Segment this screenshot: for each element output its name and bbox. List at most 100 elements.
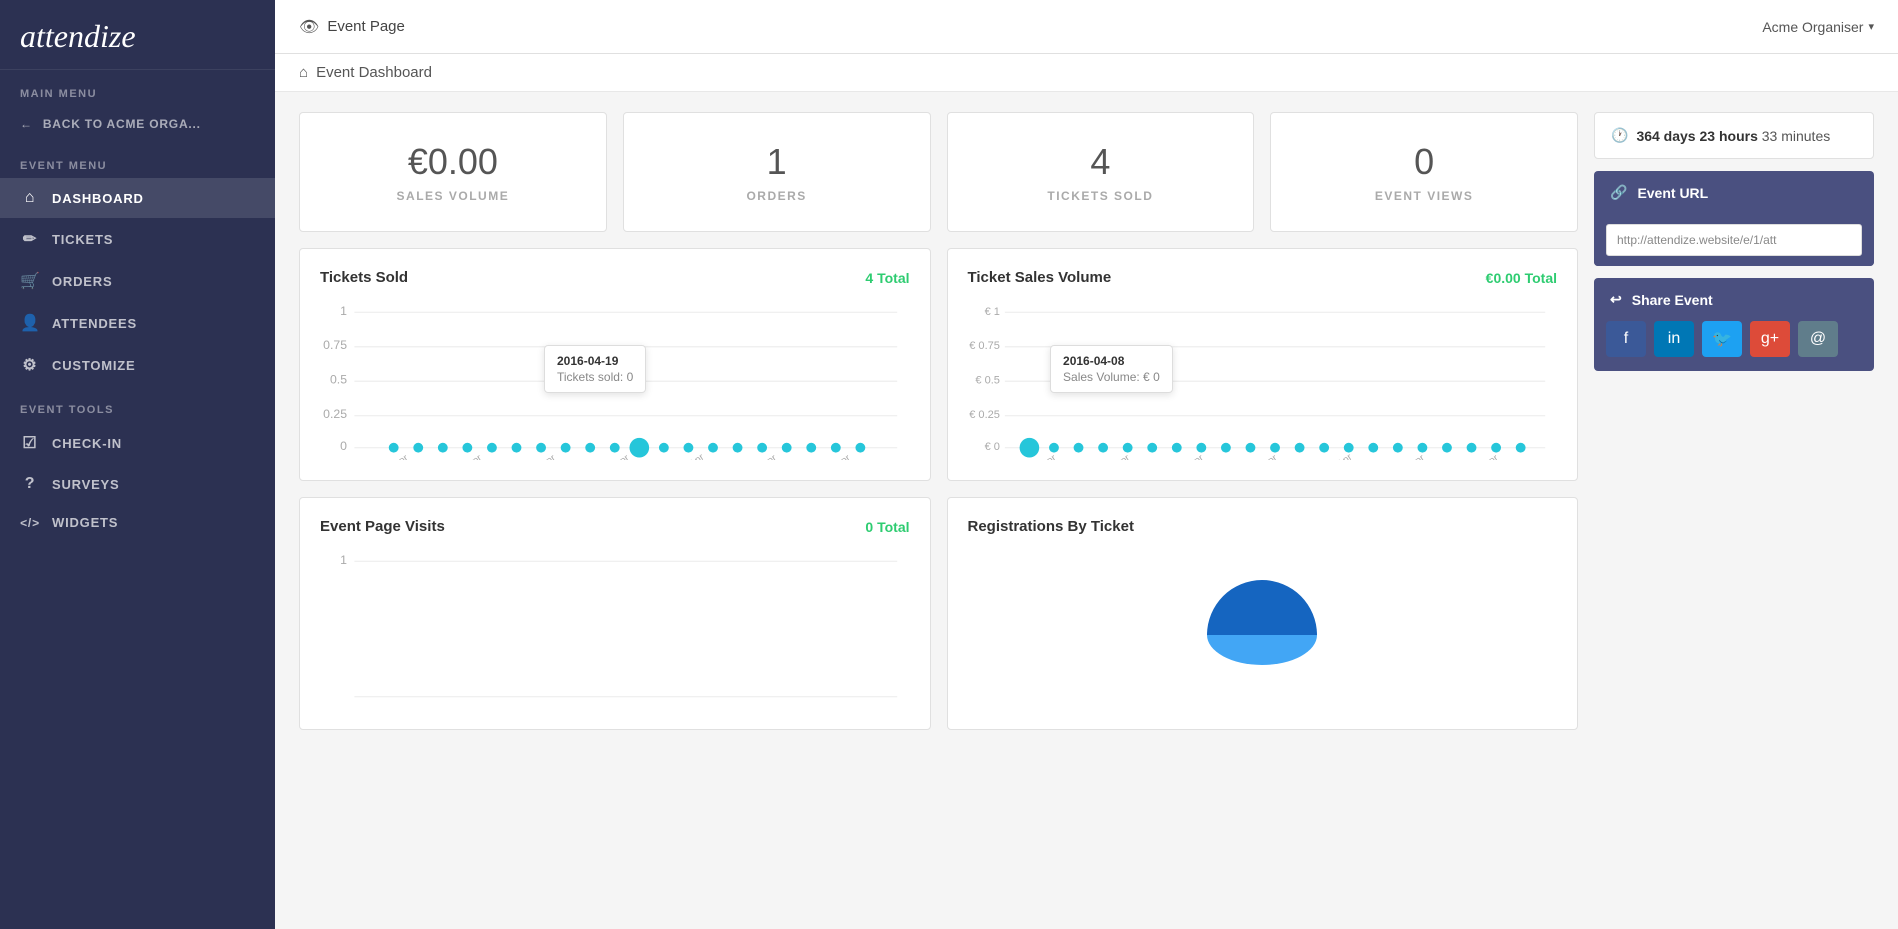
charts-row-1: Tickets Sold 4 Total 1 0.75 0.5 0.25 0 — [299, 248, 1578, 481]
sidebar-orders-label: ORDERS — [52, 274, 112, 289]
breadcrumb-home-icon: ⌂ — [299, 64, 308, 81]
share-event-header: ↩ Share Event — [1594, 278, 1874, 321]
timer-hours: 23 hours — [1700, 128, 1758, 144]
sidebar-item-attendees[interactable]: 👤 ATTENDEES — [0, 302, 275, 344]
event-url-title: Event URL — [1637, 185, 1708, 201]
svg-text:10th Apr: 10th Apr — [374, 452, 411, 460]
svg-text:€ 0.25: € 0.25 — [969, 409, 1000, 421]
sidebar-item-widgets[interactable]: </> WIDGETS — [0, 504, 275, 541]
sidebar: attendize MAIN MENU ← BACK TO ACME ORGA.… — [0, 0, 275, 929]
share-twitter-button[interactable]: 🐦 — [1702, 321, 1742, 357]
link-icon: 🔗 — [1610, 184, 1627, 201]
stat-sales-volume: €0.00 SALES VOLUME — [299, 112, 607, 232]
tickets-sold-title: Tickets Sold — [320, 269, 408, 286]
ticket-sales-chart-area: € 1 € 0.75 € 0.5 € 0.25 € 0 — [968, 300, 1558, 460]
topbar: 👁 Event Page Acme Organiser ▾ — [275, 0, 1898, 54]
timer-minutes: 33 minutes — [1762, 128, 1830, 144]
svg-text:19th Apr: 19th Apr — [1243, 452, 1280, 460]
tickets-icon: ✏ — [20, 229, 40, 249]
chart-header-tickets: Tickets Sold 4 Total — [320, 269, 910, 286]
event-url-card: 🔗 Event URL — [1594, 171, 1874, 266]
share-event-card: ↩ Share Event f in 🐦 g+ @ — [1594, 278, 1874, 371]
chart-header-registrations: Registrations By Ticket — [968, 518, 1558, 535]
user-name: Acme Organiser — [1762, 19, 1863, 35]
sidebar-surveys-label: SURVEYS — [52, 477, 120, 492]
event-menu-label: EVENT MENU — [0, 142, 275, 178]
share-email-button[interactable]: @ — [1798, 321, 1838, 357]
event-views-label: EVENT VIEWS — [1291, 189, 1557, 203]
share-event-title: Share Event — [1632, 292, 1713, 308]
stats-row: €0.00 SALES VOLUME 1 ORDERS 4 TICKETS SO… — [299, 112, 1578, 232]
sidebar-tickets-label: TICKETS — [52, 232, 113, 247]
orders-value: 1 — [644, 141, 910, 183]
share-googleplus-button[interactable]: g+ — [1750, 321, 1790, 357]
orders-icon: 🛒 — [20, 271, 40, 291]
tickets-sold-svg: 1 0.75 0.5 0.25 0 — [320, 300, 910, 460]
svg-text:0.25: 0.25 — [323, 407, 347, 421]
timer-days: 364 days — [1636, 128, 1695, 144]
event-visits-chart-card: Event Page Visits 0 Total 1 — [299, 497, 931, 730]
tickets-sold-value: 4 — [968, 141, 1234, 183]
svg-text:22nd Apr: 22nd Apr — [1315, 452, 1354, 460]
tickets-sold-label: TICKETS SOLD — [968, 189, 1234, 203]
svg-text:16th Apr: 16th Apr — [1169, 452, 1206, 460]
main-content: 👁 Event Page Acme Organiser ▾ ⌂ Event Da… — [275, 0, 1898, 929]
sidebar-attendees-label: ATTENDEES — [52, 316, 137, 331]
share-linkedin-button[interactable]: in — [1654, 321, 1694, 357]
sidebar-checkin-label: CHECK-IN — [52, 436, 122, 451]
timer-card: 🕐 364 days 23 hours 33 minutes — [1594, 112, 1874, 159]
app-logo: attendize — [20, 18, 136, 54]
event-url-input[interactable] — [1606, 224, 1862, 256]
svg-text:€ 0.5: € 0.5 — [975, 375, 1000, 387]
ticket-sales-title: Ticket Sales Volume — [968, 269, 1112, 286]
caret-down-icon: ▾ — [1868, 20, 1874, 33]
back-icon: ← — [20, 117, 33, 131]
clock-icon: 🕐 — [1611, 127, 1628, 144]
right-panel: 🕐 364 days 23 hours 33 minutes 🔗 Event U… — [1594, 112, 1874, 746]
svg-text:0: 0 — [340, 439, 347, 453]
content-grid: €0.00 SALES VOLUME 1 ORDERS 4 TICKETS SO… — [299, 112, 1874, 746]
event-visits-title: Event Page Visits — [320, 518, 445, 535]
pie-chart-svg — [1202, 565, 1322, 665]
eye-icon: 👁 — [299, 17, 319, 37]
topbar-left: 👁 Event Page — [299, 17, 405, 37]
surveys-icon: ? — [20, 475, 40, 493]
event-visits-chart-area: 1 — [320, 549, 910, 709]
share-buttons: f in 🐦 g+ @ — [1594, 321, 1874, 371]
tickets-sold-chart-area: 1 0.75 0.5 0.25 0 — [320, 300, 910, 460]
tickets-sold-chart-card: Tickets Sold 4 Total 1 0.75 0.5 0.25 0 — [299, 248, 931, 481]
breadcrumb: ⌂ Event Dashboard — [275, 54, 1898, 92]
svg-text:28th Apr: 28th Apr — [1464, 452, 1501, 460]
sidebar-item-orders[interactable]: 🛒 ORDERS — [0, 260, 275, 302]
sidebar-item-tickets[interactable]: ✏ TICKETS — [0, 218, 275, 260]
sidebar-item-checkin[interactable]: ☑ CHECK-IN — [0, 422, 275, 464]
user-menu[interactable]: Acme Organiser ▾ — [1762, 19, 1874, 35]
chart-header-visits: Event Page Visits 0 Total — [320, 518, 910, 535]
svg-text:1: 1 — [340, 553, 347, 567]
share-icon: ↩ — [1610, 291, 1622, 308]
sidebar-item-surveys[interactable]: ? SURVEYS — [0, 464, 275, 504]
sidebar-item-customize[interactable]: ⚙ CUSTOMIZE — [0, 344, 275, 386]
stat-tickets-sold: 4 TICKETS SOLD — [947, 112, 1255, 232]
orders-label: ORDERS — [644, 189, 910, 203]
stat-event-views: 0 EVENT VIEWS — [1270, 112, 1578, 232]
back-to-org-button[interactable]: ← BACK TO ACME ORGA... — [0, 106, 275, 142]
ticket-sales-chart-card: Ticket Sales Volume €0.00 Total € 1 € 0.… — [947, 248, 1579, 481]
event-visits-total: 0 Total — [865, 519, 909, 535]
attendees-icon: 👤 — [20, 313, 40, 333]
svg-text:25th Apr: 25th Apr — [743, 452, 780, 460]
svg-text:13th Apr: 13th Apr — [1095, 452, 1132, 460]
sidebar-item-dashboard[interactable]: ⌂ DASHBOARD — [0, 178, 275, 218]
customize-icon: ⚙ — [20, 355, 40, 375]
svg-text:€ 0.75: € 0.75 — [969, 340, 1000, 352]
ticket-sales-total: €0.00 Total — [1486, 270, 1557, 286]
event-page-link[interactable]: Event Page — [327, 18, 405, 35]
stat-orders: 1 ORDERS — [623, 112, 931, 232]
event-url-header: 🔗 Event URL — [1594, 171, 1874, 214]
svg-text:1: 1 — [340, 304, 347, 318]
svg-text:0.75: 0.75 — [323, 338, 347, 352]
share-facebook-button[interactable]: f — [1606, 321, 1646, 357]
widgets-icon: </> — [20, 516, 40, 530]
registrations-title: Registrations By Ticket — [968, 518, 1134, 535]
registrations-pie-area — [968, 555, 1558, 675]
